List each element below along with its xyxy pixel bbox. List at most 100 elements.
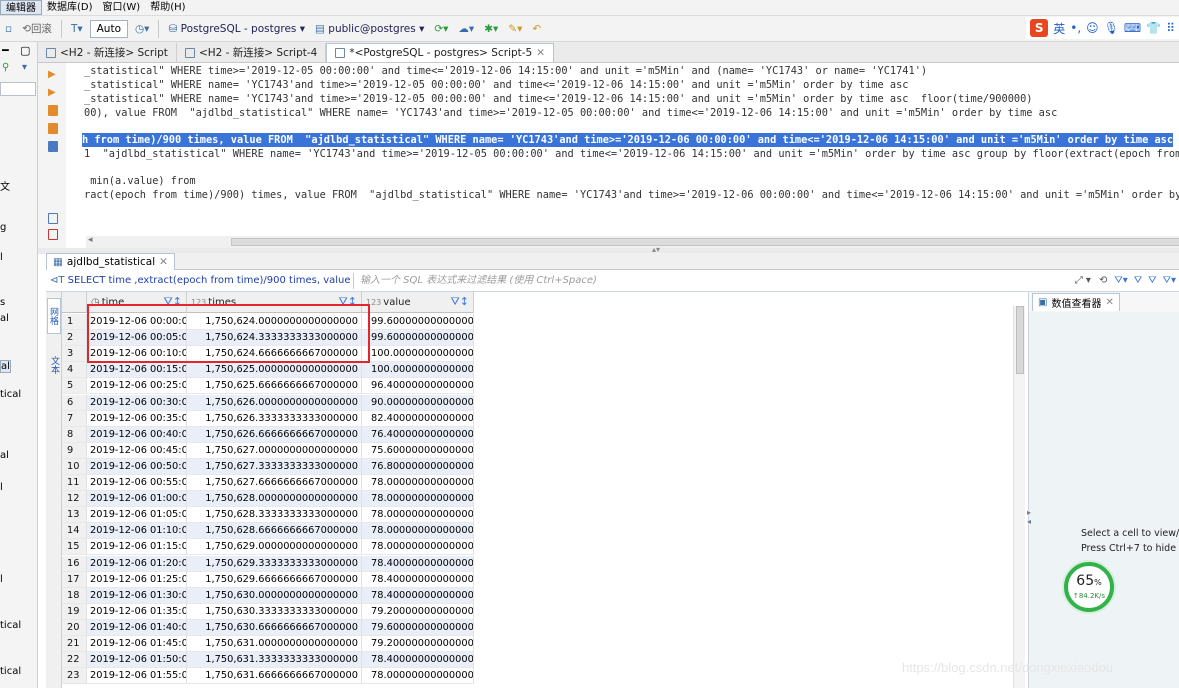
cell-value[interactable]: 78.0000000000000000 — [362, 539, 474, 556]
cell-value[interactable]: 78.0000000000000000 — [362, 523, 474, 540]
table-row[interactable]: 23 2019-12-06 01:55:00 1,750,631.666666666… — [62, 668, 474, 685]
sogou-icon[interactable]: S — [1030, 19, 1049, 37]
execute-icon[interactable] — [48, 105, 58, 116]
cell-times[interactable]: 1,750,629.3333333333000000 — [187, 555, 362, 572]
cell-times[interactable]: 1,750,626.3333333333000000 — [187, 410, 362, 427]
table-row[interactable]: 18 2019-12-06 01:30:00 1,750,630.000000000… — [62, 587, 474, 604]
table-row[interactable]: 7 2019-12-06 00:35:00 1,750,626.3333333333… — [62, 410, 474, 427]
filter-settings-icon[interactable]: ⛛ — [1145, 275, 1159, 286]
explorer-filter-input[interactable] — [0, 82, 36, 96]
cell-value[interactable]: 90.0000000000000000 — [362, 394, 474, 411]
keyboard-icon[interactable]: ⌨ — [1124, 21, 1141, 35]
ime-lang[interactable]: 英 — [1053, 20, 1065, 37]
filter-input[interactable]: 输入一个 SQL 表达式来过滤结果 (使用 Ctrl+Space) — [353, 272, 1071, 289]
open-file-icon[interactable] — [48, 229, 58, 240]
cell-value[interactable]: 76.4000000000000000 — [362, 426, 474, 443]
cell-value[interactable]: 76.8000000000000000 — [362, 458, 474, 475]
table-row[interactable]: 12 2019-12-06 01:00:00 1,750,628.000000000… — [62, 491, 474, 508]
scrollbar-thumb[interactable] — [1016, 306, 1024, 374]
back-icon[interactable]: ↶ — [529, 19, 544, 39]
cell-times[interactable]: 1,750,631.0000000000000000 — [187, 636, 362, 652]
network-speed-gauge[interactable]: 65% ↑84.2K/s — [1064, 562, 1114, 612]
cell-value[interactable]: 78.0000000000000000 — [362, 668, 474, 685]
cell-value[interactable]: 78.4000000000000000 — [362, 571, 474, 588]
pin-icon[interactable]: ✎▾ — [505, 19, 525, 39]
cell-times[interactable]: 1,750,625.0000000000000000 — [187, 362, 362, 379]
cell-value[interactable]: 78.0000000000000000 — [362, 491, 474, 508]
emoji-icon[interactable]: ☺ — [1086, 21, 1099, 35]
close-icon[interactable]: ✕ — [1105, 297, 1113, 308]
menu-window[interactable]: 窗口(W) — [98, 0, 146, 15]
panel-icon[interactable]: ⚲ — [2, 62, 9, 73]
mic-icon[interactable]: 🎙 — [1104, 21, 1119, 35]
tab-text[interactable]: 文本 — [47, 347, 61, 383]
cell-times[interactable]: 1,750,629.0000000000000000 — [187, 539, 362, 556]
cell-times[interactable]: 1,750,628.3333333333000000 — [187, 507, 362, 524]
refresh-icon[interactable]: ⟳▾ — [431, 19, 451, 39]
tab-postgres-script-5[interactable]: *<PostgreSQL - postgres> Script-5 ✕ — [326, 43, 555, 62]
cell-time[interactable]: 2019-12-06 01:25:00 — [87, 571, 187, 588]
column-header-value[interactable]: 123 value ⛛↕ — [362, 292, 474, 313]
tab-result-ajdlbd[interactable]: ▦ ajdlbd_statistical ✕ — [46, 253, 175, 270]
cell-times[interactable]: 1,750,631.6666666667000000 — [187, 668, 362, 685]
table-row[interactable]: 11 2019-12-06 00:55:00 1,750,627.666666666… — [62, 475, 474, 491]
cell-time[interactable]: 2019-12-06 00:45:00 — [87, 442, 187, 459]
history-icon[interactable]: ⟲ — [1095, 275, 1111, 286]
expand-icon[interactable]: ⤢ ▾ — [1071, 275, 1095, 286]
cell-time[interactable]: 2019-12-06 01:35:00 — [87, 603, 187, 620]
cell-times[interactable]: 1,750,628.0000000000000000 — [187, 491, 362, 508]
cell-time[interactable]: 2019-12-06 01:50:00 — [87, 652, 187, 669]
scrollbar-thumb[interactable] — [231, 238, 1179, 246]
cell-value[interactable]: 96.4000000000000000 — [362, 378, 474, 395]
cell-times[interactable]: 1,750,630.6666666667000000 — [187, 619, 362, 636]
cell-time[interactable]: 2019-12-06 00:35:00 — [87, 410, 187, 427]
cell-time[interactable]: 2019-12-06 01:30:00 — [87, 587, 187, 604]
cell-value[interactable]: 78.4000000000000000 — [362, 555, 474, 572]
cell-value[interactable]: 78.0000000000000000 — [362, 475, 474, 491]
run-statement-icon[interactable]: ▶ — [48, 69, 58, 80]
cell-times[interactable]: 1,750,631.3333333333000000 — [187, 652, 362, 669]
collapse-arrows-icon[interactable]: ▸ ◂ — [1027, 508, 1031, 526]
table-row[interactable]: 16 2019-12-06 01:20:00 1,750,629.333333333… — [62, 555, 474, 572]
cell-time[interactable]: 2019-12-06 00:25:00 — [87, 378, 187, 395]
cell-times[interactable]: 1,750,630.3333333333000000 — [187, 603, 362, 620]
explain-icon[interactable] — [48, 123, 58, 134]
table-row[interactable]: 22 2019-12-06 01:50:00 1,750,631.333333333… — [62, 652, 474, 669]
panel-menu-icon[interactable]: ▾ — [22, 62, 27, 73]
skin-icon[interactable]: 👕 — [1146, 21, 1161, 35]
close-icon[interactable]: ✕ — [536, 47, 545, 59]
apps-icon[interactable]: ⠿ — [1166, 21, 1175, 35]
cell-value[interactable]: 82.4000000000000000 — [362, 410, 474, 427]
filter-apply-icon[interactable]: ⛛▾ — [1160, 275, 1179, 286]
run-script-icon[interactable]: ▶ — [48, 87, 58, 98]
table-row[interactable]: 20 2019-12-06 01:40:00 1,750,630.666666666… — [62, 619, 474, 636]
cell-time[interactable]: 2019-12-06 01:15:00 — [87, 539, 187, 556]
cell-value[interactable]: 78.4000000000000000 — [362, 652, 474, 669]
cell-times[interactable]: 1,750,625.6666666667000000 — [187, 378, 362, 395]
schema-selector[interactable]: ▤ public@postgres ▾ — [312, 19, 427, 39]
cell-times[interactable]: 1,750,626.0000000000000000 — [187, 394, 362, 411]
cell-times[interactable]: 1,750,629.6666666667000000 — [187, 571, 362, 588]
cell-value[interactable]: 99.6000000000000000 — [362, 330, 474, 347]
cell-time[interactable]: 2019-12-06 00:15:00 — [87, 362, 187, 379]
table-row[interactable]: 14 2019-12-06 01:10:00 1,750,628.666666666… — [62, 523, 474, 540]
cell-value[interactable]: 78.4000000000000000 — [362, 587, 474, 604]
cell-time[interactable]: 2019-12-06 01:55:00 — [87, 668, 187, 685]
mode-combo[interactable]: Auto — [89, 19, 129, 38]
tab-grid[interactable]: 网格 — [47, 298, 61, 334]
cell-times[interactable]: 1,750,630.0000000000000000 — [187, 587, 362, 604]
close-icon[interactable]: ✕ — [159, 256, 168, 268]
cell-time[interactable]: 2019-12-06 01:00:00 — [87, 491, 187, 508]
cell-time[interactable]: 2019-12-06 01:40:00 — [87, 619, 187, 636]
cloud-icon[interactable]: ☁▾ — [455, 19, 477, 39]
sort-filter-icon[interactable]: ⛛↕ — [451, 295, 469, 309]
revert-button[interactable]: ⟲ 回滚 — [19, 19, 55, 39]
cell-times[interactable]: 1,750,628.6666666667000000 — [187, 523, 362, 540]
cell-time[interactable]: 2019-12-06 00:40:00 — [87, 426, 187, 443]
clear-filter-icon[interactable]: ⛛ — [1131, 275, 1145, 286]
cell-time[interactable]: 2019-12-06 01:20:00 — [87, 555, 187, 572]
cell-times[interactable]: 1,750,627.3333333333000000 — [187, 458, 362, 475]
cell-value[interactable]: 100.0000000000000000 — [362, 346, 474, 363]
transaction-mode-icon[interactable]: T▾ — [68, 19, 86, 39]
sql-editor[interactable]: _statistical" WHERE time>='2019-12-05 00… — [66, 63, 1179, 235]
